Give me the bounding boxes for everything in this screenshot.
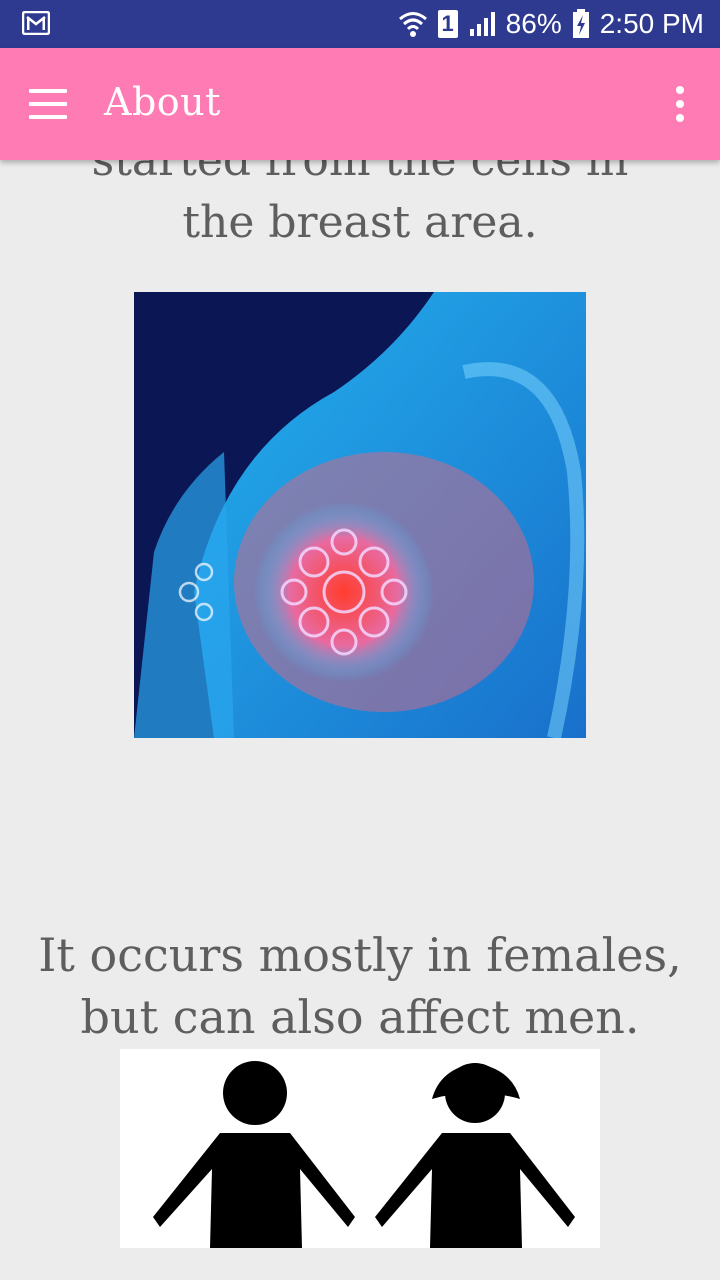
wifi-icon xyxy=(398,12,427,37)
sim-badge: 1 xyxy=(437,10,458,38)
breast-illustration-image xyxy=(134,292,586,738)
paragraph-line: started from the cells in xyxy=(91,160,629,186)
app-bar: About xyxy=(0,48,720,160)
battery-charging-icon xyxy=(572,9,589,38)
paragraph-line: It occurs mostly in females, xyxy=(38,928,682,982)
content-scroll[interactable]: started from the cells in the breast are… xyxy=(0,160,720,1280)
paragraph-line: but can also affect men. xyxy=(80,990,640,1044)
paragraph-breast-area: started from the cells in the breast are… xyxy=(0,160,720,254)
paragraph-line: the breast area. xyxy=(182,197,538,248)
gmail-icon xyxy=(22,11,50,35)
male-female-figures-image xyxy=(120,1049,600,1248)
battery-percent: 86% xyxy=(505,8,562,39)
signal-icon xyxy=(469,12,495,36)
status-bar: 1 86% 2:50 PM xyxy=(0,0,720,48)
paragraph-females-men: It occurs mostly in females, but can als… xyxy=(0,924,720,1048)
more-vert-icon[interactable] xyxy=(662,82,698,126)
clock: 2:50 PM xyxy=(599,8,704,39)
page-title: About xyxy=(104,80,221,124)
hamburger-menu-icon[interactable] xyxy=(18,76,78,132)
